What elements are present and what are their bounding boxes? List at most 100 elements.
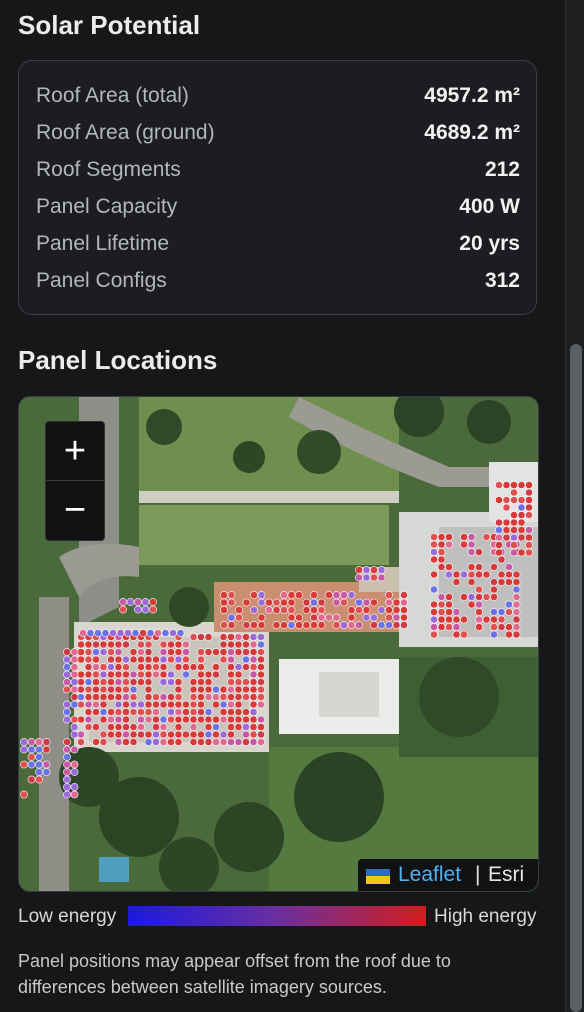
panel-marker: [467, 563, 476, 571]
panel-marker: [242, 693, 250, 701]
panel-marker: [502, 481, 511, 489]
panel-marker: [242, 715, 250, 724]
panel-marker: [137, 663, 145, 671]
panel-marker: [212, 730, 220, 739]
panel-marker: [114, 693, 123, 701]
panel-marker: [445, 608, 453, 616]
panel-marker: [302, 598, 311, 607]
panel-marker: [227, 715, 235, 724]
panel-marker: [101, 629, 110, 637]
panel-marker: [310, 613, 318, 622]
panel-marker: [174, 693, 183, 701]
panel-marker: [517, 503, 526, 512]
panel-marker: [77, 670, 85, 679]
panel-marker: [114, 655, 123, 664]
panel-marker: [129, 655, 138, 664]
panel-marker: [197, 708, 205, 716]
panel-marker: [249, 663, 258, 671]
panel-marker: [159, 655, 168, 664]
panel-marker: [510, 481, 518, 489]
panel-marker: [159, 648, 168, 656]
panel-marker: [510, 518, 518, 527]
panel-marker: [495, 496, 503, 504]
panel-marker: [144, 648, 153, 656]
panel-marker: [114, 730, 123, 739]
panel-marker: [92, 678, 100, 686]
panel-marker: [510, 511, 518, 519]
stat-label: Panel Lifetime: [36, 232, 170, 255]
zoom-out-button[interactable]: −: [46, 481, 104, 539]
panel-marker: [197, 693, 205, 701]
stat-row-panel-lifetime: Panel Lifetime 20 yrs: [36, 232, 520, 262]
panel-marker: [502, 533, 511, 542]
panel-marker: [99, 648, 108, 656]
panel-marker: [430, 570, 438, 579]
panel-marker: [437, 563, 446, 571]
panel-marker: [137, 708, 145, 716]
panel-marker: [219, 738, 228, 746]
panel-marker: [114, 715, 123, 724]
panel-marker: [227, 678, 235, 686]
panel-marker: [92, 670, 100, 679]
panel-marker: [174, 663, 183, 671]
panel-marker: [227, 598, 236, 607]
panel-map[interactable]: + − Leaflet | Esri: [18, 396, 539, 892]
panel-marker: [227, 700, 235, 709]
panel-marker: [242, 663, 250, 671]
panel-marker: [257, 723, 265, 731]
ukraine-flag-icon: [366, 869, 390, 884]
panel-marker: [99, 730, 108, 739]
panel-marker: [129, 738, 138, 746]
panel-marker: [144, 700, 153, 709]
panel-marker: [197, 738, 205, 746]
panel-marker: [63, 753, 71, 761]
panel-marker: [152, 708, 160, 716]
panel-marker: [362, 606, 371, 614]
panel-marker: [287, 591, 296, 599]
panel-marker: [182, 648, 190, 656]
panel-marker: [490, 585, 498, 594]
panel-marker: [452, 608, 461, 616]
panel-marker: [497, 608, 506, 616]
panel-marker: [167, 715, 175, 724]
zoom-in-button[interactable]: +: [46, 422, 104, 481]
stat-label: Roof Segments: [36, 158, 181, 181]
panel-marker: [525, 481, 533, 489]
panel-marker: [212, 685, 220, 694]
panel-marker: [219, 693, 228, 701]
stat-value: 212: [484, 158, 520, 181]
leaflet-link[interactable]: Leaflet: [398, 859, 461, 891]
panel-marker: [525, 503, 533, 512]
panel-marker: [295, 613, 303, 622]
panel-marker: [99, 738, 108, 746]
panel-marker: [452, 615, 461, 624]
panel-marker: [430, 623, 438, 631]
panel-marker: [152, 663, 160, 671]
panel-marker: [159, 693, 168, 701]
panel-marker: [257, 700, 265, 709]
panel-marker: [197, 678, 205, 686]
panel-marker: [42, 745, 51, 754]
panel-marker: [152, 700, 160, 709]
scrollbar-thumb[interactable]: [570, 344, 582, 1012]
panel-marker: [437, 540, 446, 549]
panel-marker: [114, 708, 123, 716]
panel-marker: [249, 715, 258, 724]
panel-marker: [197, 633, 205, 641]
scrollbar[interactable]: [565, 0, 584, 1012]
panel-marker: [189, 723, 198, 731]
panel-marker: [35, 745, 43, 754]
panel-marker: [129, 648, 138, 656]
panel-marker: [99, 693, 108, 701]
legend-low-label: Low energy: [18, 906, 117, 927]
panel-locations-title: Panel Locations: [18, 345, 218, 375]
panel-marker: [219, 640, 228, 649]
panel-marker: [490, 608, 498, 616]
panel-marker: [249, 723, 258, 731]
panel-marker: [84, 708, 93, 716]
panel-marker: [92, 738, 100, 746]
panel-marker: [242, 648, 250, 656]
panel-marker: [362, 573, 371, 582]
panel-marker: [475, 600, 483, 609]
panel-marker: [137, 640, 145, 649]
